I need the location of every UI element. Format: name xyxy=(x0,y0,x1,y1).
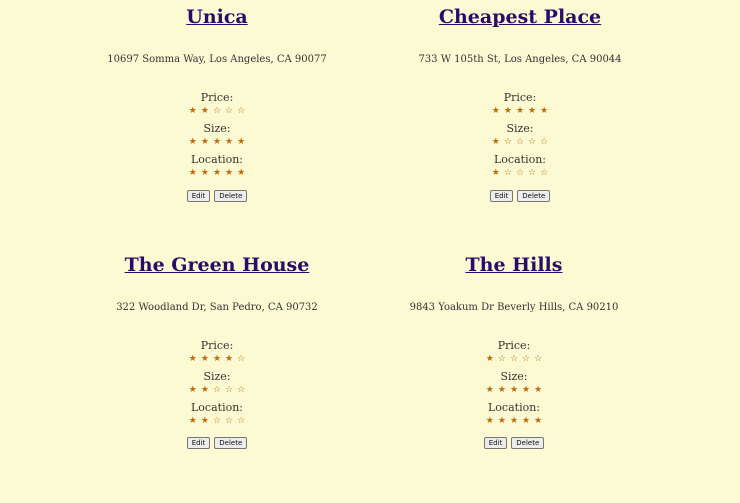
star-empty-icon: ☆ xyxy=(237,416,246,426)
place-actions: Edit Delete xyxy=(47,437,387,449)
star-filled-icon: ★ xyxy=(188,354,197,364)
star-filled-icon: ★ xyxy=(522,385,531,395)
size-rating-stars: ★ ★ ★ ★ ★ xyxy=(344,383,684,397)
size-label: Size: xyxy=(500,370,528,383)
star-empty-icon: ☆ xyxy=(509,354,519,364)
star-filled-icon: ★ xyxy=(188,416,197,426)
place-title-link[interactable]: The Hills xyxy=(466,254,563,276)
location-rating-stars: ★ ★ ☆ ☆ ☆ xyxy=(47,414,387,428)
edit-button[interactable]: Edit xyxy=(186,437,211,449)
delete-button[interactable]: Delete xyxy=(511,437,545,449)
place-actions: Edit Delete xyxy=(344,437,684,449)
star-filled-icon: ★ xyxy=(522,416,531,426)
star-filled-icon: ★ xyxy=(485,354,494,364)
place-card-the-hills: The Hills 9843 Yoakum Dr Beverly Hills, C… xyxy=(344,0,684,503)
star-empty-icon: ☆ xyxy=(237,385,246,395)
star-filled-icon: ★ xyxy=(188,385,197,395)
star-filled-icon: ★ xyxy=(212,354,222,364)
price-rating-stars: ★ ☆ ☆ ☆ ☆ xyxy=(344,352,684,366)
delete-button[interactable]: Delete xyxy=(214,437,248,449)
star-empty-icon: ☆ xyxy=(225,416,234,426)
price-label: Price: xyxy=(200,339,234,352)
price-rating-stars: ★ ★ ★ ★ ☆ xyxy=(47,352,387,366)
star-filled-icon: ★ xyxy=(534,416,543,426)
star-empty-icon: ☆ xyxy=(212,416,222,426)
star-filled-icon: ★ xyxy=(485,385,494,395)
star-filled-icon: ★ xyxy=(534,385,543,395)
star-filled-icon: ★ xyxy=(509,385,519,395)
size-rating-stars: ★ ★ ☆ ☆ ☆ xyxy=(47,383,387,397)
place-address: 322 Woodland Dr, San Pedro, CA 90732 xyxy=(116,302,318,313)
star-empty-icon: ☆ xyxy=(212,385,222,395)
star-empty-icon: ☆ xyxy=(522,354,531,364)
star-filled-icon: ★ xyxy=(200,385,209,395)
star-empty-icon: ☆ xyxy=(237,354,246,364)
location-label: Location: xyxy=(191,401,243,414)
star-filled-icon: ★ xyxy=(509,416,519,426)
place-card-the-green-house: The Green House 322 Woodland Dr, San Pedr… xyxy=(47,0,387,503)
place-title-link[interactable]: The Green House xyxy=(125,254,310,276)
star-filled-icon: ★ xyxy=(497,385,506,395)
star-empty-icon: ☆ xyxy=(497,354,506,364)
place-title: The Green House xyxy=(47,254,387,276)
star-filled-icon: ★ xyxy=(497,416,506,426)
location-rating-stars: ★ ★ ★ ★ ★ xyxy=(344,414,684,428)
star-empty-icon: ☆ xyxy=(534,354,543,364)
star-filled-icon: ★ xyxy=(485,416,494,426)
price-label: Price: xyxy=(497,339,531,352)
size-label: Size: xyxy=(203,370,231,383)
place-address: 9843 Yoakum Dr Beverly Hills, CA 90210 xyxy=(409,302,619,313)
place-title: The Hills xyxy=(344,254,684,276)
star-empty-icon: ☆ xyxy=(225,385,234,395)
edit-button[interactable]: Edit xyxy=(483,437,508,449)
location-label: Location: xyxy=(488,401,540,414)
star-filled-icon: ★ xyxy=(200,416,209,426)
star-filled-icon: ★ xyxy=(225,354,234,364)
star-filled-icon: ★ xyxy=(200,354,209,364)
